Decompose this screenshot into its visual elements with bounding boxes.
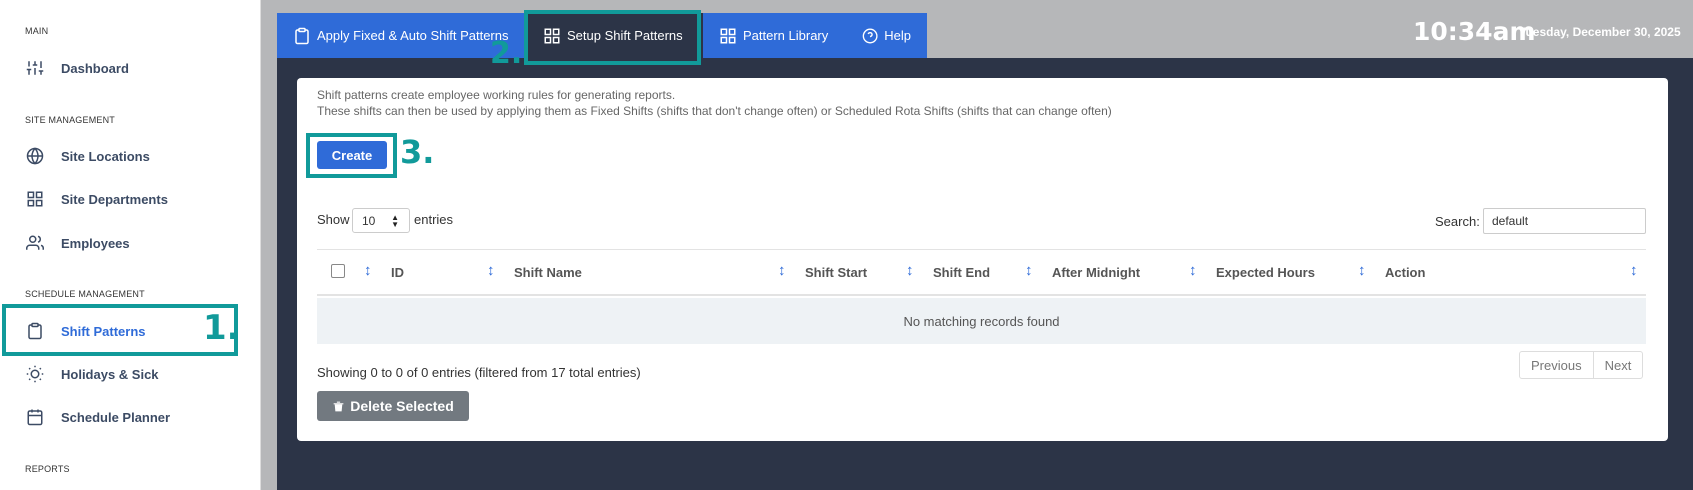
show-label: Show	[317, 212, 350, 227]
sidebar-item-holidays-sick[interactable]: Holidays & Sick	[0, 354, 240, 394]
section-title-schedule-management: SCHEDULE MANAGEMENT	[25, 289, 145, 299]
table-header: ↕ ID ↕ Shift Name ↕ Shift Start ↕ Shift …	[317, 249, 1646, 296]
sort-icon[interactable]: ↕	[906, 262, 914, 279]
intro-line-2: These shifts can then be used by applyin…	[317, 104, 1112, 118]
search-label: Search:	[1435, 214, 1480, 229]
entries-label: entries	[414, 212, 454, 227]
tab-label: Help	[884, 28, 911, 43]
clock-date: Tuesday, December 30, 2025	[1519, 25, 1681, 39]
sidebar: MAIN Dashboard SITE MANAGEMENT Site Loca…	[0, 0, 261, 490]
annotation-step-2: 2.	[490, 36, 523, 71]
help-circle-icon	[862, 28, 878, 43]
sidebar-item-label: Site Departments	[61, 191, 168, 207]
users-icon	[26, 235, 44, 250]
grid-icon	[720, 28, 736, 43]
sidebar-item-label: Site Locations	[61, 148, 150, 164]
select-all-checkbox[interactable]	[331, 264, 345, 278]
column-header-expected-hours[interactable]: Expected Hours	[1216, 265, 1315, 280]
entries-select[interactable]: 10 ▲ ▼	[352, 208, 410, 233]
sort-icon[interactable]: ↕	[364, 262, 372, 279]
tab-label: Apply Fixed & Auto Shift Patterns	[317, 28, 509, 43]
highlight-box-step-3	[306, 133, 397, 178]
annotation-step-3: 3.	[400, 133, 435, 171]
sidebar-item-label: Holidays & Sick	[61, 366, 159, 382]
section-title-site-management: SITE MANAGEMENT	[25, 115, 116, 125]
sidebar-item-employees[interactable]: Employees	[0, 223, 240, 263]
sidebar-item-site-locations[interactable]: Site Locations	[0, 136, 240, 176]
previous-button[interactable]: Previous	[1520, 352, 1593, 378]
pagination: Previous Next	[1519, 351, 1644, 379]
sliders-icon	[26, 61, 44, 75]
sort-icon[interactable]: ↕	[487, 262, 495, 279]
sidebar-item-dashboard[interactable]: Dashboard	[0, 48, 240, 88]
globe-icon	[26, 147, 44, 165]
column-header-shift-name[interactable]: Shift Name	[514, 265, 582, 280]
column-header-id[interactable]: ID	[391, 265, 404, 280]
intro-line-1: Shift patterns create employee working r…	[317, 88, 676, 102]
column-header-shift-end[interactable]: Shift End	[933, 265, 990, 280]
table-info: Showing 0 to 0 of 0 entries (filtered fr…	[317, 365, 641, 380]
sort-icon[interactable]: ↕	[1025, 262, 1033, 279]
search-input[interactable]	[1483, 208, 1646, 234]
sidebar-item-label: Schedule Planner	[61, 409, 171, 425]
section-title-main: MAIN	[25, 26, 49, 36]
sidebar-item-site-departments[interactable]: Site Departments	[0, 179, 240, 219]
select-arrows-icon: ▲ ▼	[391, 213, 399, 229]
clipboard-icon	[295, 27, 309, 44]
sun-icon	[26, 365, 44, 383]
sidebar-item-label: Employees	[61, 235, 130, 251]
column-header-action[interactable]: Action	[1385, 265, 1425, 280]
tab-label: Pattern Library	[743, 28, 829, 43]
entries-select-value: 10	[362, 213, 376, 228]
sidebar-item-label: Dashboard	[61, 60, 129, 76]
column-header-shift-start[interactable]: Shift Start	[805, 265, 867, 280]
sort-icon[interactable]: ↕	[1630, 262, 1638, 279]
column-header-after-midnight[interactable]: After Midnight	[1052, 265, 1140, 280]
tab-help[interactable]: Help	[846, 13, 927, 58]
sort-icon[interactable]: ↕	[1189, 262, 1197, 279]
sort-icon[interactable]: ↕	[778, 262, 786, 279]
delete-selected-button[interactable]: Delete Selected	[317, 391, 469, 421]
trash-icon	[333, 401, 344, 411]
section-title-reports: REPORTS	[25, 464, 70, 474]
highlight-box-step-2	[524, 10, 701, 65]
sidebar-item-schedule-planner[interactable]: Schedule Planner	[0, 397, 240, 437]
delete-selected-label: Delete Selected	[350, 398, 454, 414]
empty-table-message: No matching records found	[317, 298, 1646, 344]
grid-icon	[27, 191, 43, 207]
sort-icon[interactable]: ↕	[1358, 262, 1366, 279]
next-button[interactable]: Next	[1592, 352, 1643, 378]
calendar-icon	[27, 409, 43, 426]
annotation-step-1: 1.	[203, 308, 240, 348]
clock-time: 10:34am	[1413, 17, 1536, 46]
tab-pattern-library[interactable]: Pattern Library	[703, 13, 846, 58]
